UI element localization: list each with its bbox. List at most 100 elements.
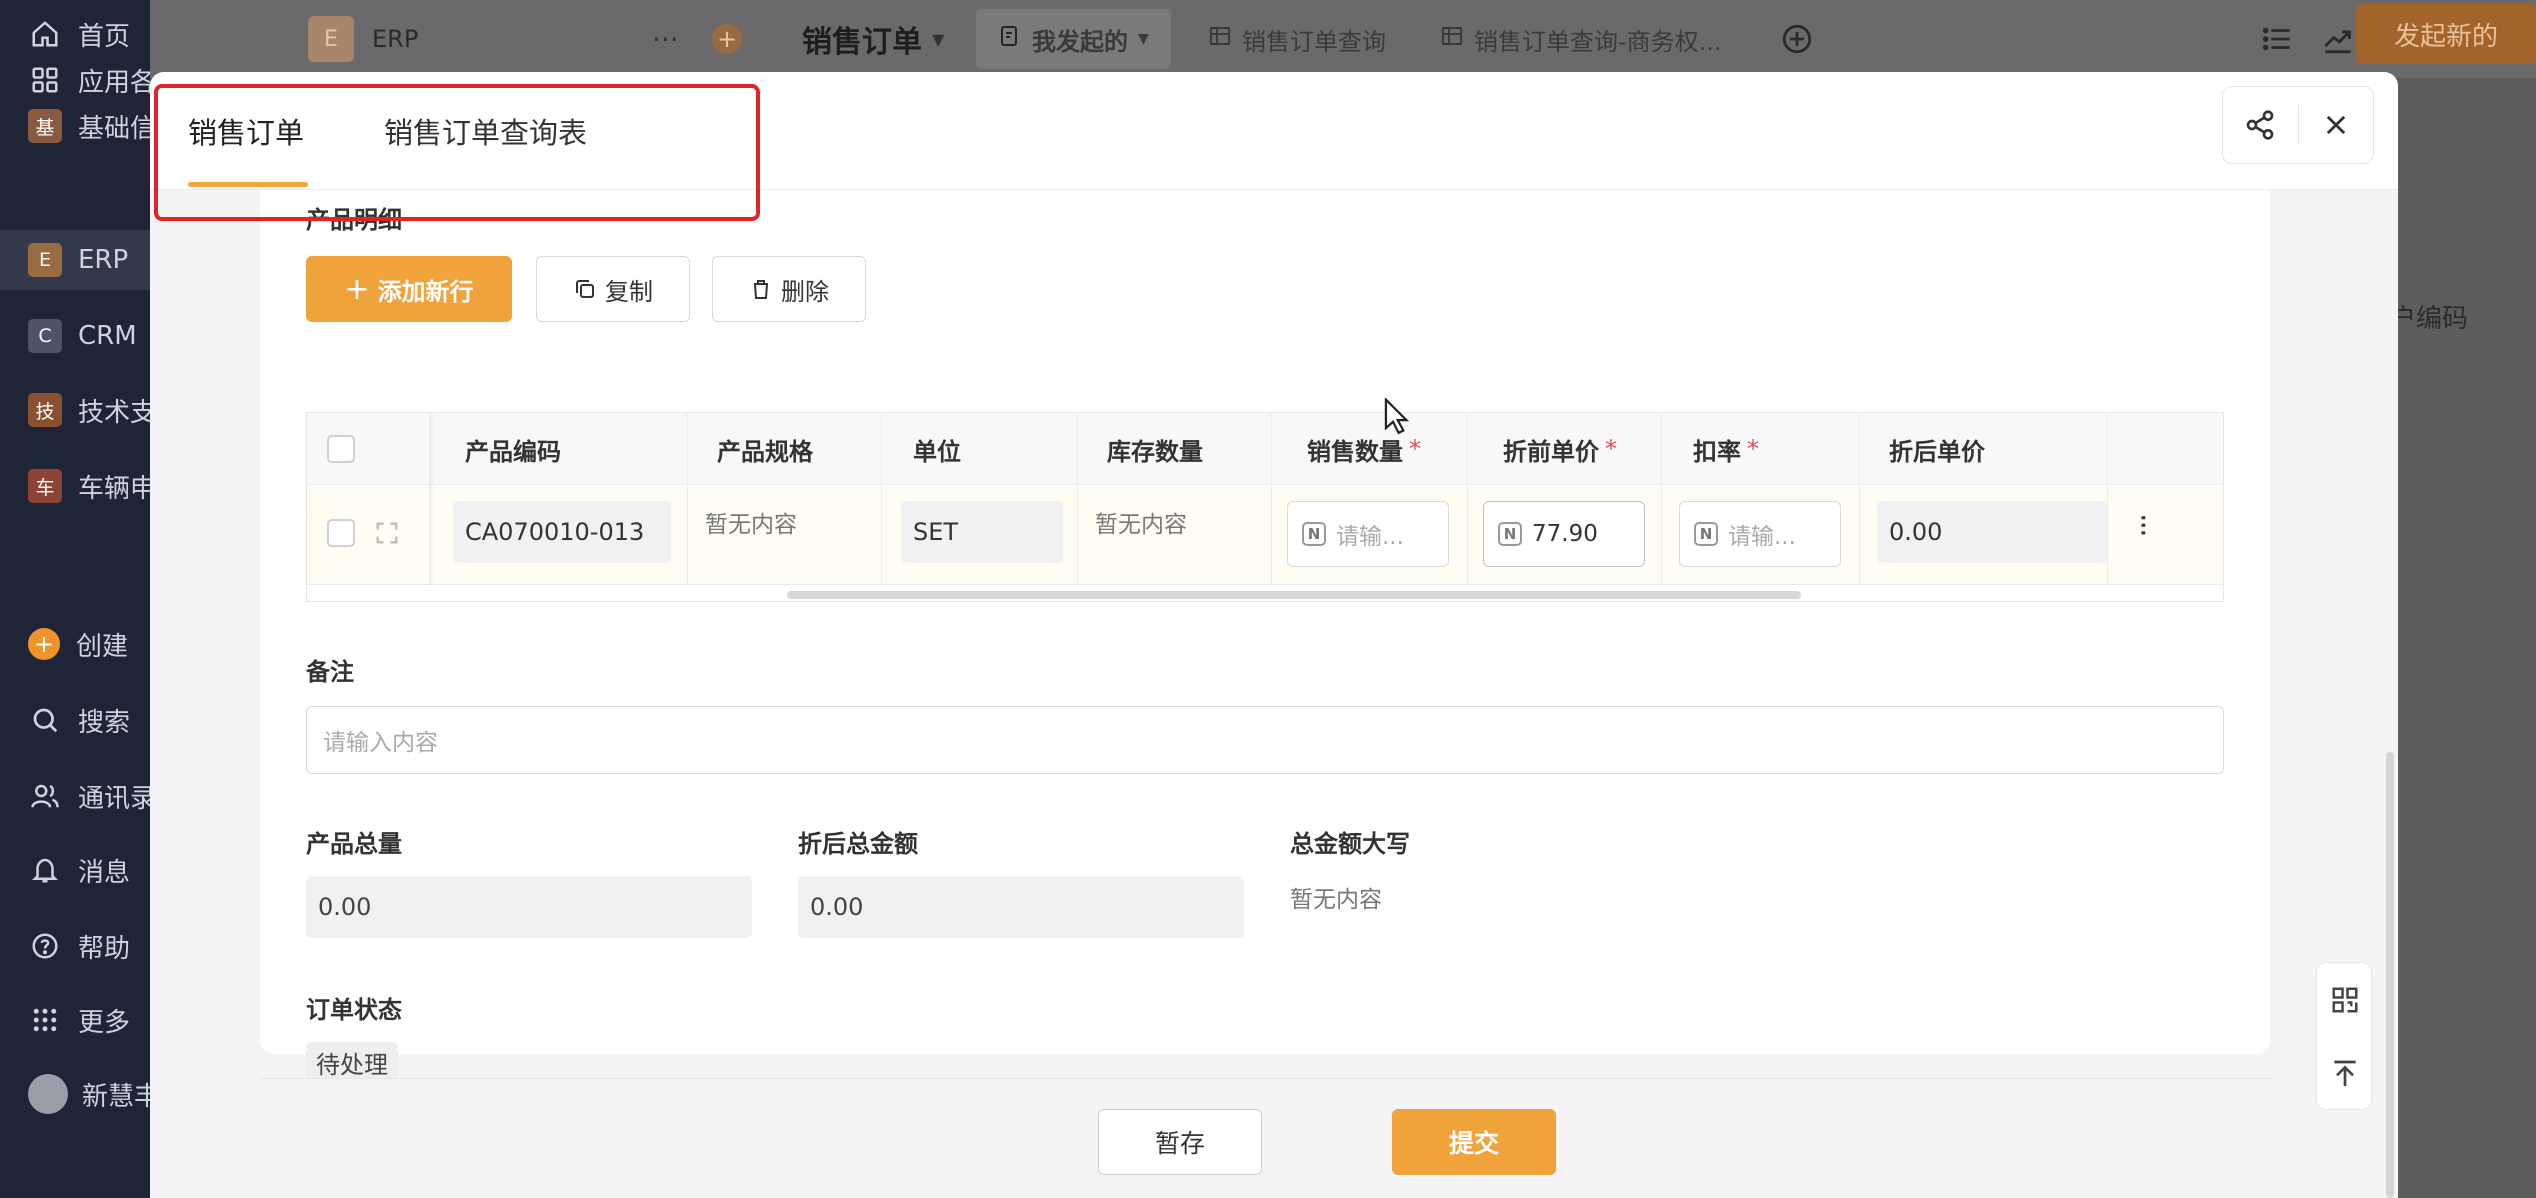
header-unit-price: 折前单价 * xyxy=(1503,435,1617,466)
vehicle-badge-icon: 车 xyxy=(28,469,62,503)
sidebar-item-label: 创建 xyxy=(76,631,129,662)
status-badge: 待处理 xyxy=(306,1042,398,1082)
tech-support-badge-icon: 技 xyxy=(28,393,62,427)
sales-order-modal: 销售订单 销售订单查询表 产品明细 + 添加新行 复制 删除 产品编码 产品规格… xyxy=(150,72,2398,1198)
sidebar-item-tech-support[interactable]: 技 技术支 xyxy=(0,380,150,440)
tab-highlight-annotation xyxy=(154,84,760,221)
sidebar-item-label: 更多 xyxy=(78,1007,131,1038)
add-app-icon[interactable]: + xyxy=(712,0,742,78)
unit-price-input[interactable]: N 77.90 xyxy=(1483,501,1645,567)
chevron-down-icon: ▼ xyxy=(932,29,945,49)
table-row: CA070010-013 暂无内容 SET 暂无内容 N 请输... N 77.… xyxy=(307,485,2223,585)
row-checkbox[interactable] xyxy=(327,519,355,547)
sidebar-item-label: 搜索 xyxy=(78,707,131,738)
sidebar-item-vehicle[interactable]: 车 车辆申 xyxy=(0,456,150,516)
avatar xyxy=(28,1074,68,1114)
sidebar-item-basic-info[interactable]: 基 基础信 xyxy=(0,96,150,156)
divider xyxy=(881,413,882,585)
table-header: 产品编码 产品规格 单位 库存数量 销售数量 * 折前单价 * 扣率 * 折后单价 xyxy=(307,413,2223,485)
unit-cell[interactable]: SET xyxy=(901,501,1063,563)
header-net-price: 折后单价 xyxy=(1889,437,1985,466)
sidebar-item-help[interactable]: 帮助 xyxy=(0,916,150,976)
submit-button[interactable]: 提交 xyxy=(1392,1109,1556,1175)
sidebar-item-label: 新慧丰 xyxy=(82,1081,150,1112)
list-view-icon[interactable] xyxy=(2260,0,2294,78)
sidebar-item-label: 帮助 xyxy=(78,933,131,964)
sidebar-item-label: 基础信 xyxy=(78,113,150,144)
product-code-cell[interactable]: CA070010-013 xyxy=(453,501,671,563)
app-switcher[interactable]: E ERP xyxy=(308,0,418,78)
tab-my-initiated[interactable]: 我发起的 ▼ xyxy=(976,0,1171,78)
modal-footer: 暂存 提交 xyxy=(260,1078,2270,1198)
copy-button[interactable]: 复制 xyxy=(536,256,690,322)
erp-app-icon: E xyxy=(308,16,354,62)
header-stock: 库存数量 xyxy=(1107,437,1203,466)
copy-icon xyxy=(576,280,594,298)
sidebar-item-profile[interactable]: 新慧丰 xyxy=(0,1064,150,1124)
sidebar-item-label: 通讯录 xyxy=(78,783,150,814)
expand-icon[interactable] xyxy=(373,519,401,551)
amount-upper-label: 总金额大写 xyxy=(1290,830,1410,858)
tab-sales-order-query-business[interactable]: 销售订单查询-商务权... xyxy=(1440,0,1722,78)
select-all-checkbox[interactable] xyxy=(327,435,355,463)
more-options-icon[interactable]: ··· xyxy=(652,0,679,78)
remark-input[interactable]: 请输入内容 xyxy=(306,706,2224,774)
mouse-cursor-icon xyxy=(1384,396,1410,440)
help-icon xyxy=(28,929,62,963)
sidebar-item-crm[interactable]: C CRM xyxy=(0,306,150,366)
start-new-button[interactable]: 发起新的 xyxy=(2356,4,2536,64)
page-title: 销售订单 ▼ xyxy=(802,25,945,60)
header-spec: 产品规格 xyxy=(717,437,813,466)
amount-upper-value: 暂无内容 xyxy=(1290,887,1382,913)
divider xyxy=(1077,413,1078,585)
plus-circle-icon: + xyxy=(28,628,60,660)
back-to-top-icon[interactable] xyxy=(2317,1037,2373,1111)
erp-badge-icon: E xyxy=(28,243,62,277)
header-product-code: 产品编码 xyxy=(465,437,561,466)
sidebar-item-label: 技术支 xyxy=(78,397,150,428)
header-unit: 单位 xyxy=(913,437,961,466)
share-icon[interactable] xyxy=(2223,86,2298,164)
trend-chart-icon[interactable] xyxy=(2320,0,2356,78)
bell-icon xyxy=(28,853,62,887)
delete-button[interactable]: 删除 xyxy=(712,256,866,322)
sidebar-item-label: 车辆申 xyxy=(78,473,150,504)
remark-label: 备注 xyxy=(306,658,354,686)
qr-code-icon[interactable] xyxy=(2317,963,2373,1037)
number-icon: N xyxy=(1498,522,1522,546)
divider xyxy=(1467,413,1468,585)
header-discount: 扣率 * xyxy=(1693,435,1759,466)
divider xyxy=(687,413,688,585)
sidebar-item-more[interactable]: 更多 xyxy=(0,990,150,1050)
sidebar-item-messages[interactable]: 消息 xyxy=(0,840,150,900)
sidebar-item-erp[interactable]: E ERP xyxy=(0,230,150,290)
contacts-icon xyxy=(28,779,62,813)
sidebar-item-label: ERP xyxy=(78,245,129,275)
form-icon xyxy=(998,24,1022,54)
row-actions-icon[interactable]: ··· xyxy=(2125,513,2160,536)
sidebar-item-create[interactable]: + 创建 xyxy=(0,614,150,674)
save-draft-button[interactable]: 暂存 xyxy=(1098,1109,1262,1175)
close-icon[interactable] xyxy=(2299,86,2374,164)
tab-sales-order-query[interactable]: 销售订单查询 xyxy=(1208,0,1386,78)
discount-input[interactable]: N 请输... xyxy=(1679,501,1841,567)
background-column-header: 户编码 xyxy=(2390,304,2469,334)
sales-qty-input[interactable]: N 请输... xyxy=(1287,501,1449,567)
sidebar-item-search[interactable]: 搜索 xyxy=(0,690,150,750)
number-icon: N xyxy=(1694,522,1718,546)
add-tab-icon[interactable] xyxy=(1780,0,1814,78)
vertical-scrollbar[interactable] xyxy=(2386,752,2394,1198)
divider xyxy=(1661,413,1662,585)
search-icon xyxy=(28,703,62,737)
add-row-button[interactable]: + 添加新行 xyxy=(306,256,512,322)
form-content: 产品明细 + 添加新行 复制 删除 产品编码 产品规格 单位 库存数量 销售数量… xyxy=(260,190,2270,1082)
plus-icon: + xyxy=(344,271,370,307)
grid-icon xyxy=(28,1003,62,1037)
net-total-value: 0.00 xyxy=(798,876,1244,938)
sidebar-item-label: 应用各 xyxy=(78,67,150,98)
horizontal-scrollbar[interactable] xyxy=(787,591,1801,599)
top-bar: E ERP ··· + 销售订单 ▼ 我发起的 ▼ 销售订单查询 销售订单查询-… xyxy=(150,0,2536,78)
sidebar-item-contacts[interactable]: 通讯录 xyxy=(0,766,150,826)
table-icon xyxy=(1440,24,1464,54)
left-sidebar: 首页 应用各 基 基础信 E ERP C CRM 技 技术支 车 车辆申 + 创… xyxy=(0,0,150,1198)
